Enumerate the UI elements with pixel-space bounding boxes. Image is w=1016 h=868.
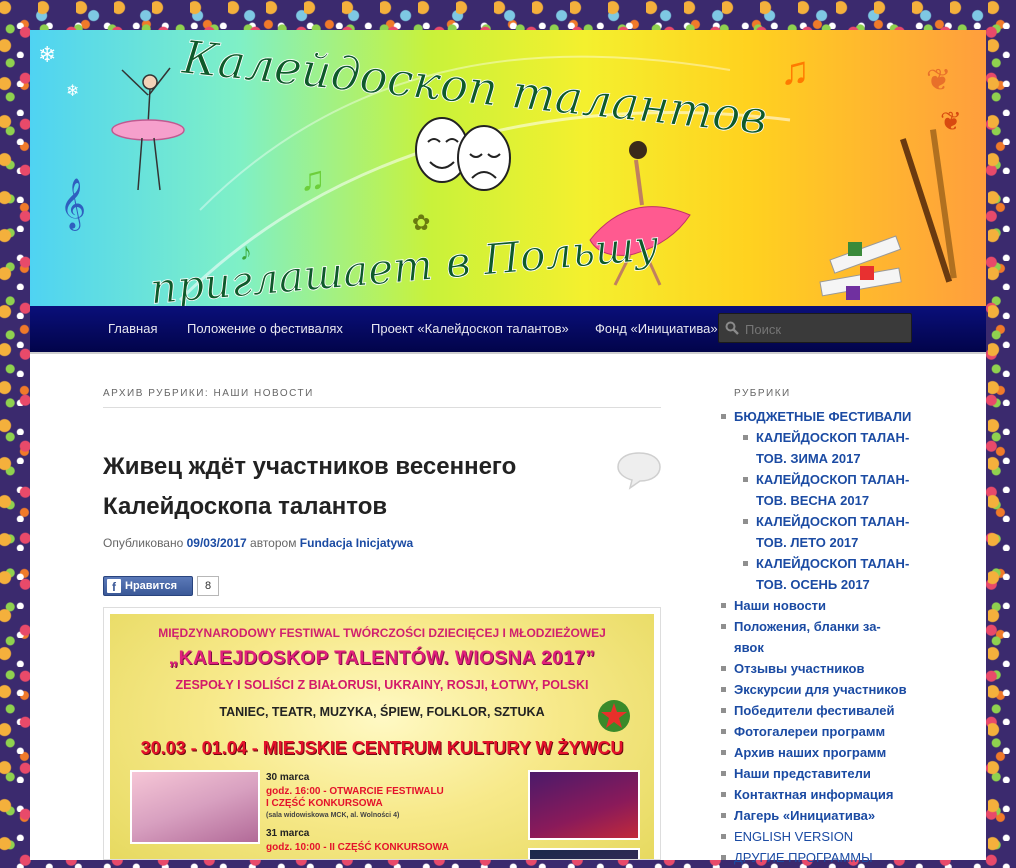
sidebar-item-winners[interactable]: Победители фестивалей [721,700,920,721]
sidebar-item-budget-festivals[interactable]: БЮДЖЕТНЫЕ ФЕСТИВАЛИ [721,406,920,427]
sidebar-item-regulations[interactable]: Положения, бланки за-явок [721,616,894,658]
sidebar-item-summer-2017[interactable]: КАЛЕЙДОСКОП ТАЛАН-ТОВ. ЛЕТО 2017 [743,511,916,553]
like-label: Нравится [125,580,178,592]
facebook-icon: f [107,579,121,594]
sidebar-item-other-programs[interactable]: ДРУГИЕ ПРОГРАММЫ [721,847,920,868]
poster-day1-event: I CZĘŚĆ KONKURSOWA [266,798,383,809]
maple-leaf-icon: ❦ [940,106,962,136]
banner-title-line2: приглашает в Польшу [148,220,661,306]
sidebar-item-representatives[interactable]: Наши представители [721,763,920,784]
page-container: ❄ ❄ 𝄞 ♫ ♫ ♪ ✿ ❦ ❦ Калейдоскоп талантов п… [30,30,986,865]
poster-photo-stage [528,770,640,840]
poster-photo-dancers [130,770,260,844]
search-icon [725,321,739,335]
like-count: 8 [197,576,219,596]
music-note-icon: ♫ [780,49,810,93]
sidebar-item-archive[interactable]: Архив наших программ [721,742,920,763]
search-box [718,313,912,344]
sidebar-item-winter-2017[interactable]: КАЛЕЙДОСКОП ТАЛАН-ТОВ. ЗИМА 2017 [743,427,916,469]
poster-day1-time: godz. 16:00 - OTWARCIE FESTIWALU [266,786,444,797]
search-input[interactable] [743,314,911,344]
nav-item-home[interactable]: Главная [108,321,157,336]
poster-day2-time: godz. 10:00 - II CZĘŚĆ KONKURSOWA [266,842,449,853]
poster-line2: „KALEJDOSKOP TALENTÓW. WIOSNA 2017” [168,648,596,669]
archive-title: АРХИВ РУБРИКИ: НАШИ НОВОСТИ [103,388,314,399]
header-banner[interactable]: ❄ ❄ 𝄞 ♫ ♫ ♪ ✿ ❦ ❦ Калейдоскоп талантов п… [30,30,986,306]
banner-artwork: ❄ ❄ 𝄞 ♫ ♫ ♪ ✿ ❦ ❦ Калейдоскоп талантов п… [38,30,962,306]
post-title-line2[interactable]: Калейдоскопа талантов [103,493,387,520]
nav-item-foundation[interactable]: Фонд «Инициатива» [595,321,718,336]
sidebar-item-excursions[interactable]: Экскурсии для участников [721,679,920,700]
sidebar-item-reviews[interactable]: Отзывы участников [721,658,920,679]
poster-line4: TANIEC, TEATR, MUZYKA, ŚPIEW, FOLKLOR, S… [219,705,545,719]
post-title-line1[interactable]: Живец ждёт участников весеннего [103,453,516,480]
poster-line5: 30.03 - 01.04 - MIEJSKIE CENTRUM KULTURY… [140,738,624,758]
sidebar-item-english[interactable]: ENGLISH VERSION [721,826,920,847]
poster-day1-place: (sala widowiskowa MCK, al. Wolności 4) [266,812,400,819]
maple-leaf-icon: ❦ [926,64,951,97]
sidebar-item-spring-2017[interactable]: КАЛЕЙДОСКОП ТАЛАН-ТОВ. ВЕСНА 2017 [743,469,916,511]
snowflake-icon: ❄ [38,42,56,67]
star-badge-icon [598,700,630,732]
sidebar-item-contacts[interactable]: Контактная информация [721,784,920,805]
nav-item-festival-rules[interactable]: Положение о фестивалях [187,321,343,336]
butterfly-icon: ✿ [412,210,430,235]
snowflake-icon: ❄ [66,83,79,100]
post-date-link[interactable]: 09/03/2017 [187,536,247,550]
sidebar-item-photo-galleries[interactable]: Фотогалереи программ [721,721,920,742]
sidebar-item-camp[interactable]: Лагерь «Инициатива» [721,805,920,826]
music-note-icon: ♫ [300,160,326,198]
poster-day1: 30 marca [266,772,310,783]
treble-clef-icon: 𝄞 [60,179,86,231]
facebook-like-button[interactable]: f Нравится [103,576,193,596]
nav-separator [30,352,986,354]
post-author-prefix: автором [250,536,297,550]
theatre-masks-icon [415,117,511,191]
comment-bubble-icon[interactable] [616,450,662,490]
post-meta-prefix: Опубликовано [103,536,184,550]
post-author-link[interactable]: Fundacja Inicjatywa [300,536,413,550]
poster-line1: MIĘDZYNARODOWY FESTIWAL TWÓRCZOŚCI DZIEC… [158,626,606,640]
poster-day2: 31 marca [266,828,310,839]
sidebar-item-autumn-2017[interactable]: КАЛЕЙДОСКОП ТАЛАН-ТОВ. ОСЕНЬ 2017 [743,553,916,595]
sidebar-item-news[interactable]: Наши новости [721,595,920,616]
festival-poster-image[interactable]: MIĘDZYNARODOWY FESTIWAL TWÓRCZOŚCI DZIEC… [110,614,654,859]
paint-supplies-icon [819,129,957,300]
nav-item-project[interactable]: Проект «Калейдоскоп талантов» [371,321,569,336]
ballerina-figure [111,67,185,191]
post-meta: Опубликовано 09/03/2017 автором Fundacja… [103,536,413,550]
archive-divider [103,407,661,408]
post-image-frame: MIĘDZYNARODOWY FESTIWAL TWÓRCZOŚCI DZIEC… [103,607,661,860]
poster-line3: ZESPOŁY I SOLIŚCI Z BIAŁORUSI, UKRAINY, … [175,678,589,692]
poster-photo-stage2 [528,848,640,859]
post-title[interactable]: Живец ждёт участников весеннего Калейдос… [103,447,583,527]
sidebar-title: РУБРИКИ [734,388,791,399]
